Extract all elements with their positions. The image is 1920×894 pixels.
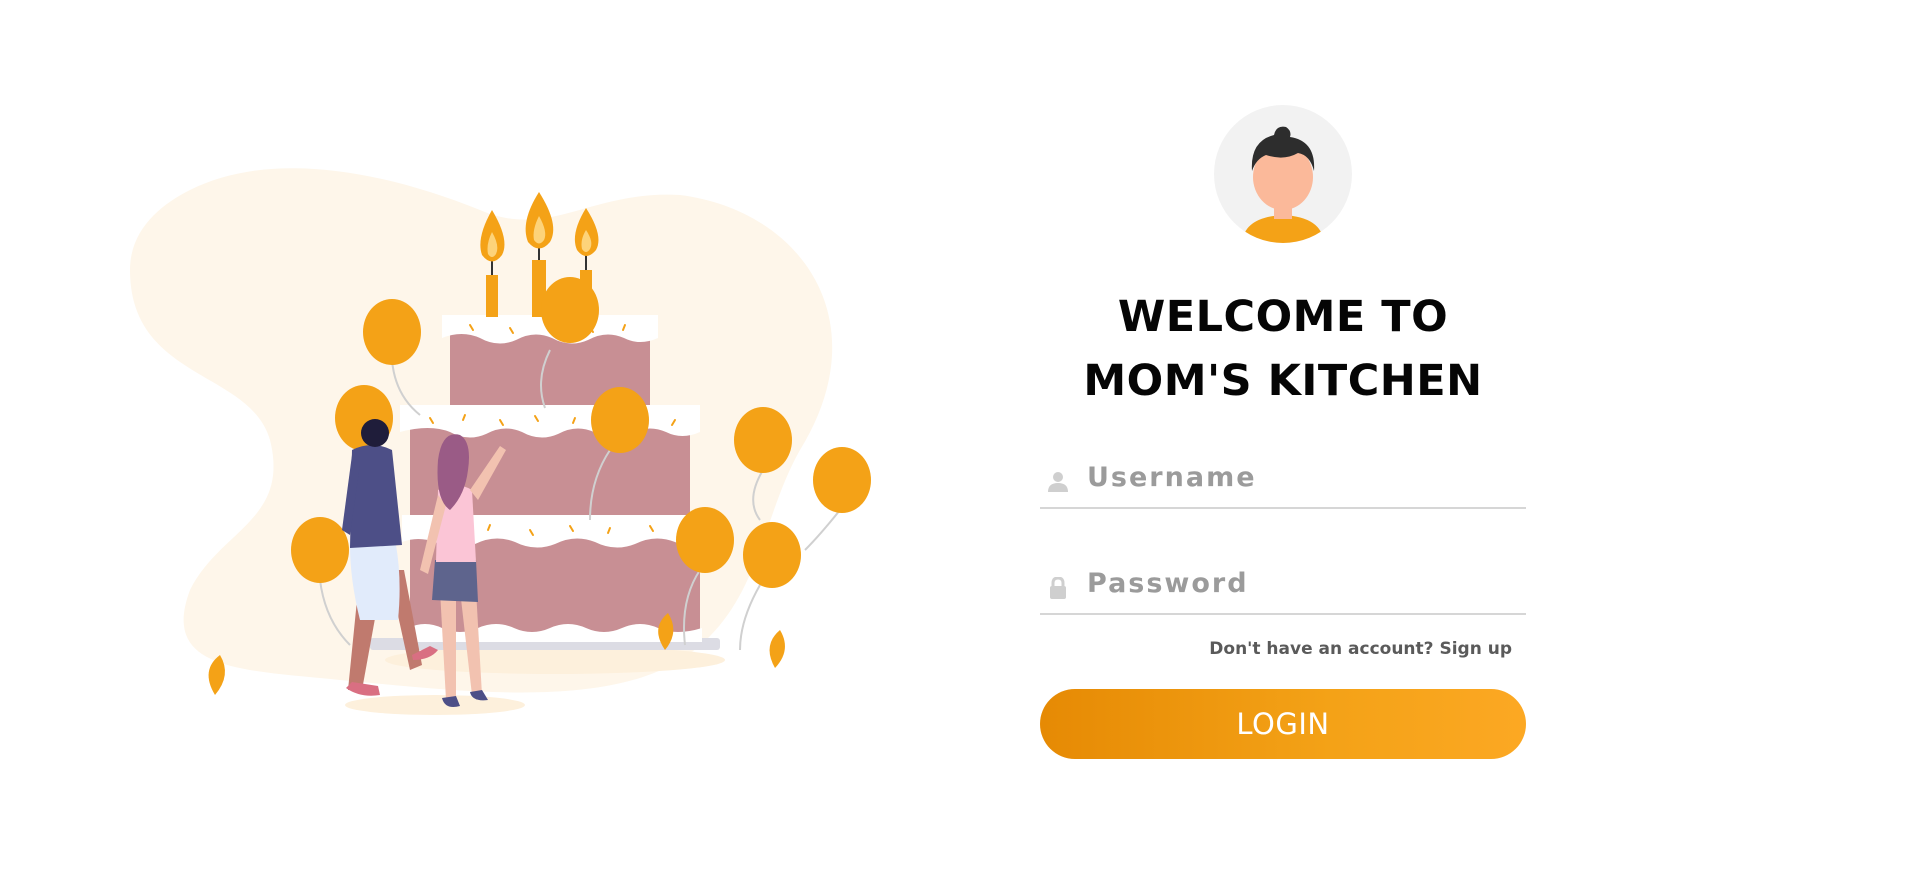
password-field-group	[1040, 553, 1526, 615]
birthday-cake-illustration	[130, 168, 871, 715]
signup-link[interactable]: Sign up	[1439, 639, 1512, 659]
username-field-group	[1040, 447, 1526, 509]
login-button[interactable]: LOGIN	[1040, 689, 1526, 759]
login-panel: WELCOME TO MOM'S KITCHEN Don't have an a…	[1040, 105, 1526, 759]
page-title: WELCOME TO MOM'S KITCHEN	[1083, 292, 1483, 406]
password-input[interactable]	[1040, 553, 1526, 613]
username-input[interactable]	[1040, 447, 1526, 507]
signup-prompt: Don't have an account? Sign up	[1040, 639, 1526, 659]
signup-prompt-text: Don't have an account?	[1209, 639, 1434, 659]
user-avatar-icon	[1214, 105, 1352, 243]
